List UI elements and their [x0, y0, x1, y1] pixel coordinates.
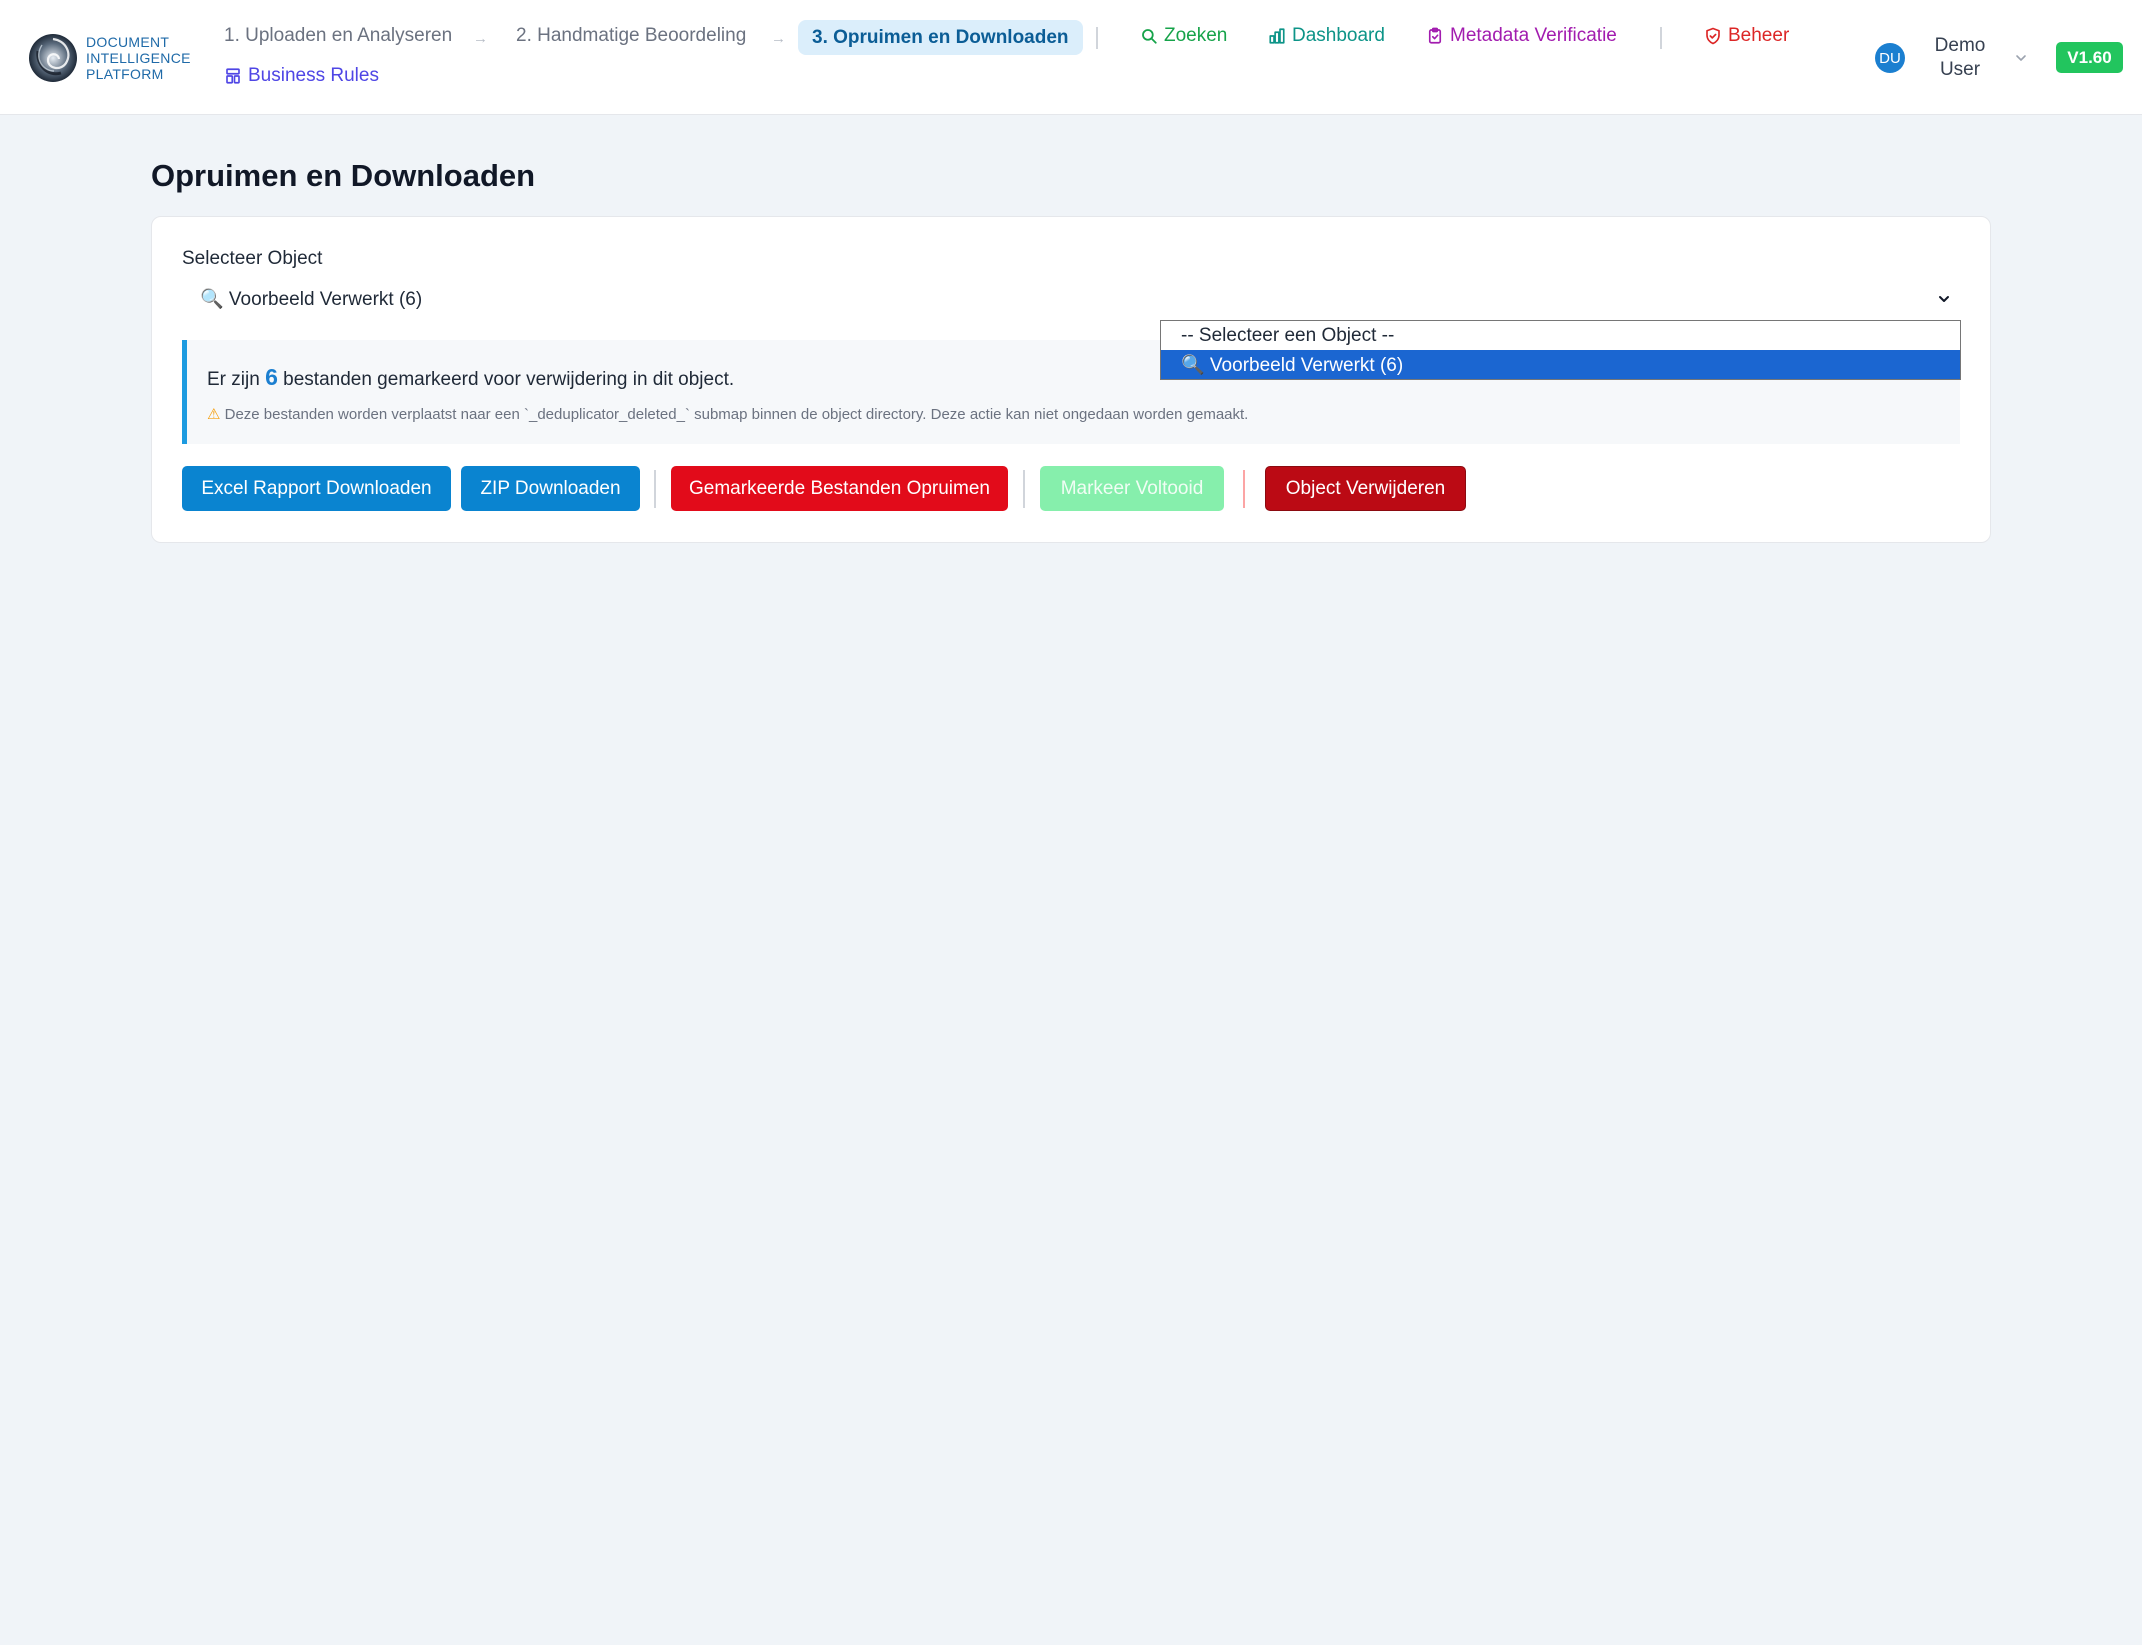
clipboard-check-icon — [1428, 27, 1442, 44]
chevron-down-icon — [1939, 296, 1949, 302]
nav-link-label: Dashboard — [1292, 25, 1385, 46]
nav-link-label: Business Rules — [248, 65, 379, 86]
notice-warning: ⚠ Deze bestanden worden verplaatst naar … — [207, 405, 1248, 423]
bar-chart-icon — [1269, 28, 1285, 44]
excel-report-download-button[interactable]: Excel Rapport Downloaden — [182, 466, 451, 511]
nav-divider — [1660, 27, 1662, 49]
object-select-label: Selecteer Object — [182, 248, 323, 269]
nav-link-beheer[interactable]: Beheer — [1704, 25, 1789, 47]
nav-link-metadata-verificatie[interactable]: Metadata Verificatie — [1426, 25, 1617, 47]
delete-object-button[interactable]: Object Verwijderen — [1265, 466, 1466, 511]
nav-link-dashboard[interactable]: Dashboard — [1268, 25, 1385, 47]
user-name: Demo User — [1934, 35, 1986, 80]
user-menu[interactable]: DU Demo User — [1875, 34, 2029, 82]
dropdown-option-placeholder[interactable]: -- Selecteer een Object -- — [1161, 321, 1960, 350]
button-divider — [1243, 470, 1245, 508]
object-select-value: 🔍 Voorbeeld Verwerkt (6) — [200, 289, 423, 310]
object-select-dropdown: -- Selecteer een Object -- 🔍 Voorbeeld V… — [1160, 320, 1961, 380]
notice-message: Er zijn 6 bestanden gemarkeerd voor verw… — [207, 364, 734, 391]
top-navigation-bar: DOCUMENT INTELLIGENCE PLATFORM 1. Upload… — [0, 0, 2142, 115]
nav-divider — [1096, 27, 1098, 49]
notice-prefix: Er zijn — [207, 369, 260, 390]
nav-link-zoeken[interactable]: Zoeken — [1140, 25, 1227, 47]
nav-step-cleanup[interactable]: 3. Opruimen en Downloaden — [798, 20, 1083, 55]
swirl-logo-icon — [29, 34, 77, 82]
version-badge: V1.60 — [2056, 42, 2123, 73]
nav-link-label: Metadata Verificatie — [1450, 25, 1617, 46]
object-select[interactable]: 🔍 Voorbeeld Verwerkt (6) — [182, 282, 1960, 316]
chevron-down-icon — [2016, 55, 2026, 61]
avatar: DU — [1875, 43, 1905, 73]
notice-suffix: bestanden gemarkeerd voor verwijdering i… — [283, 369, 735, 390]
arrow-right-icon: → — [771, 30, 786, 47]
marked-file-count: 6 — [265, 364, 278, 390]
nav-link-business-rules[interactable]: Business Rules — [224, 65, 379, 87]
nav-step-label: 1. Uploaden en Analyseren — [224, 25, 453, 46]
arrow-right-icon: → — [473, 30, 488, 47]
search-icon — [1142, 29, 1157, 44]
button-divider — [654, 470, 656, 508]
warning-icon: ⚠ — [207, 406, 221, 423]
dropdown-option-label: 🔍 Voorbeeld Verwerkt (6) — [1181, 354, 1404, 376]
button-divider — [1023, 470, 1025, 508]
nav-link-label: Zoeken — [1164, 25, 1228, 46]
shield-check-icon — [1706, 27, 1720, 45]
warning-text: Deze bestanden worden verplaatst naar ee… — [224, 406, 1249, 423]
nav-step-label: 2. Handmatige Beoordeling — [516, 25, 747, 46]
cleanup-marked-files-button[interactable]: Gemarkeerde Bestanden Opruimen — [671, 466, 1008, 511]
nav-link-label: Beheer — [1728, 25, 1790, 46]
dropdown-option-voorbeeld[interactable]: 🔍 Voorbeeld Verwerkt (6) — [1161, 350, 1960, 379]
nav-step-upload[interactable]: 1. Uploaden en Analyseren — [224, 25, 452, 47]
nav-step-label: 3. Opruimen en Downloaden — [812, 26, 1069, 48]
zip-download-button[interactable]: ZIP Downloaden — [461, 466, 640, 511]
layout-icon — [226, 68, 240, 84]
nav-step-review[interactable]: 2. Handmatige Beoordeling — [516, 25, 746, 47]
page-title: Opruimen en Downloaden — [151, 158, 536, 193]
logo-text: DOCUMENT INTELLIGENCE PLATFORM — [86, 34, 191, 82]
app-logo[interactable]: DOCUMENT INTELLIGENCE PLATFORM — [28, 33, 191, 83]
mark-complete-button[interactable]: Markeer Voltooid — [1040, 466, 1224, 511]
dropdown-option-label: -- Selecteer een Object -- — [1181, 324, 1395, 346]
